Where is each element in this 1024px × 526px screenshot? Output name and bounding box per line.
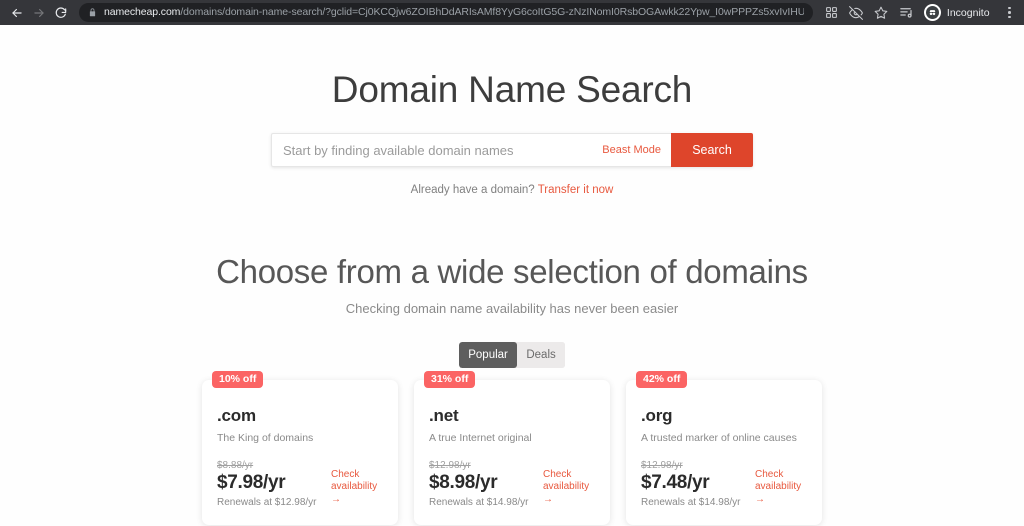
price-column: $12.98/yr $7.48/yr Renewals at $14.98/yr bbox=[641, 460, 755, 508]
url-text: namecheap.com/domains/domain-name-search… bbox=[104, 3, 804, 22]
old-price: $12.98/yr bbox=[429, 460, 471, 471]
section-subtitle: Checking domain name availability has ne… bbox=[345, 301, 679, 316]
beast-mode-link[interactable]: Beast Mode bbox=[602, 144, 661, 156]
page-content: Domain Name Search Beast Mode Search Alr… bbox=[0, 25, 1024, 526]
profile-chip[interactable]: Incognito bbox=[922, 3, 999, 23]
search-button[interactable]: Search bbox=[671, 133, 753, 167]
tld-description: The King of domains bbox=[217, 432, 314, 444]
incognito-avatar-icon bbox=[923, 4, 941, 21]
section-title: Choose from a wide selection of domains bbox=[216, 253, 808, 290]
url-path: /domains/domain-name-search/?gclid=Cj0KC… bbox=[180, 6, 804, 18]
tld-card[interactable]: 31% off .net A true Internet original $1… bbox=[414, 371, 610, 525]
transfer-prompt-text: Already have a domain? bbox=[410, 184, 535, 196]
eye-slash-icon[interactable] bbox=[844, 2, 869, 24]
discount-badge: 42% off bbox=[636, 371, 688, 388]
lock-icon bbox=[88, 8, 97, 17]
transfer-it-now-link[interactable]: Transfer it now bbox=[538, 184, 614, 196]
renewal-price: Renewals at $12.98/yr bbox=[217, 497, 317, 508]
renewal-price: Renewals at $14.98/yr bbox=[641, 497, 741, 508]
tld-filter-tabs: Popular Deals bbox=[459, 342, 565, 368]
tab-deals[interactable]: Deals bbox=[517, 342, 565, 368]
new-price: $8.98/yr bbox=[429, 472, 498, 493]
old-price: $8.88/yr bbox=[217, 460, 254, 471]
three-dot-menu-icon[interactable] bbox=[1001, 2, 1018, 24]
tld-card-list: 10% off .com The King of domains $8.88/y… bbox=[0, 371, 1024, 525]
reload-icon[interactable] bbox=[50, 2, 72, 24]
transfer-prompt: Already have a domain? Transfer it now bbox=[0, 184, 1024, 196]
renewal-price: Renewals at $14.98/yr bbox=[429, 497, 529, 508]
search-field-container[interactable]: Beast Mode bbox=[271, 133, 671, 167]
qr-code-icon[interactable] bbox=[819, 2, 844, 24]
tld-card[interactable]: 10% off .com The King of domains $8.88/y… bbox=[202, 371, 398, 525]
check-availability-link[interactable]: Check availability → bbox=[331, 469, 383, 509]
star-icon[interactable] bbox=[869, 2, 894, 24]
domain-search-widget: Beast Mode Search bbox=[271, 133, 753, 167]
tld-name: .org bbox=[641, 406, 673, 425]
price-column: $8.88/yr $7.98/yr Renewals at $12.98/yr bbox=[217, 460, 331, 508]
tld-name: .net bbox=[429, 406, 459, 425]
tld-description: A true Internet original bbox=[429, 432, 532, 444]
tld-name: .com bbox=[217, 406, 256, 425]
old-price: $12.98/yr bbox=[641, 460, 683, 471]
page-title: Domain Name Search bbox=[331, 69, 693, 110]
tld-card[interactable]: 42% off .org A trusted marker of online … bbox=[626, 371, 822, 525]
address-bar[interactable]: namecheap.com/domains/domain-name-search… bbox=[79, 3, 813, 22]
tab-popular[interactable]: Popular bbox=[459, 342, 518, 368]
back-arrow-icon[interactable] bbox=[6, 2, 28, 24]
price-row: $12.98/yr $8.98/yr Renewals at $14.98/yr… bbox=[429, 460, 595, 508]
price-column: $12.98/yr $8.98/yr Renewals at $14.98/yr bbox=[429, 460, 543, 508]
url-host: namecheap.com bbox=[104, 6, 181, 18]
check-availability-link[interactable]: Check availability → bbox=[755, 469, 807, 509]
discount-badge: 10% off bbox=[212, 371, 264, 388]
browser-toolbar: namecheap.com/domains/domain-name-search… bbox=[0, 0, 1024, 25]
forward-arrow-icon[interactable] bbox=[28, 2, 50, 24]
discount-badge: 31% off bbox=[424, 371, 476, 388]
toolbar-icon-group bbox=[819, 2, 919, 24]
price-row: $8.88/yr $7.98/yr Renewals at $12.98/yr … bbox=[217, 460, 383, 508]
new-price: $7.48/yr bbox=[641, 472, 710, 493]
reading-list-icon[interactable] bbox=[894, 2, 919, 24]
domain-search-input[interactable] bbox=[283, 142, 595, 158]
price-row: $12.98/yr $7.48/yr Renewals at $14.98/yr… bbox=[641, 460, 807, 508]
check-availability-link[interactable]: Check availability → bbox=[543, 469, 595, 509]
profile-label: Incognito bbox=[946, 6, 990, 19]
new-price: $7.98/yr bbox=[217, 472, 286, 493]
tld-description: A trusted marker of online causes bbox=[641, 432, 797, 444]
